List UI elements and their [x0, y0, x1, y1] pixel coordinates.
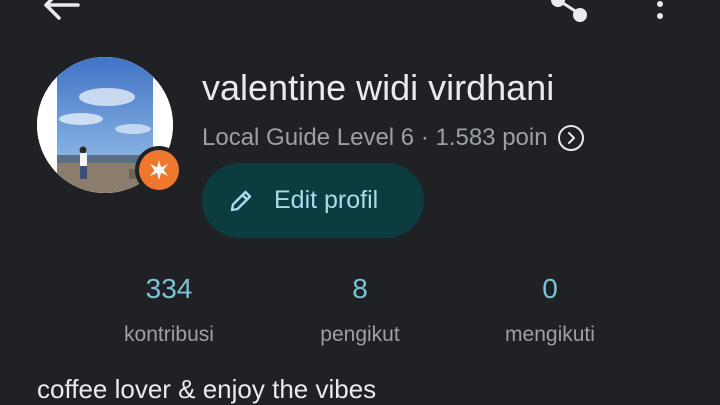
edit-profile-label: Edit profil — [274, 186, 379, 214]
more-options-button[interactable] — [646, 0, 674, 24]
stat-value: 0 — [542, 273, 558, 304]
level-text: Local Guide Level 6 · 1.583 poin — [202, 124, 548, 151]
pencil-icon — [230, 190, 252, 211]
badge-circle — [139, 150, 179, 190]
share-button[interactable] — [548, 0, 592, 26]
chevron-right-icon — [557, 125, 584, 151]
arrow-back-icon — [44, 0, 80, 20]
edit-profile-button[interactable]: Edit profil — [202, 163, 424, 238]
stat-label: mengikuti — [505, 323, 595, 346]
stat-followers[interactable]: 8 pengikut — [270, 272, 450, 348]
stat-value: 8 — [352, 273, 368, 304]
stat-label: pengikut — [320, 323, 400, 346]
stat-following[interactable]: 0 mengikuti — [460, 272, 640, 348]
back-button[interactable] — [38, 0, 82, 22]
share-icon — [551, 0, 587, 22]
local-guide-star-icon — [150, 160, 168, 180]
stat-value: 334 — [145, 273, 193, 304]
local-guide-level[interactable]: Local Guide Level 6 · 1.583 poin — [202, 122, 584, 154]
more-vert-icon — [657, 1, 663, 19]
profile-bio: coffee lover & enjoy the vibes — [37, 374, 377, 404]
stat-label: kontribusi — [124, 323, 214, 346]
profile-name: valentine widi virdhani — [202, 67, 555, 108]
stat-contributions[interactable]: 334 kontribusi — [79, 272, 259, 348]
local-guide-badge — [135, 146, 183, 194]
